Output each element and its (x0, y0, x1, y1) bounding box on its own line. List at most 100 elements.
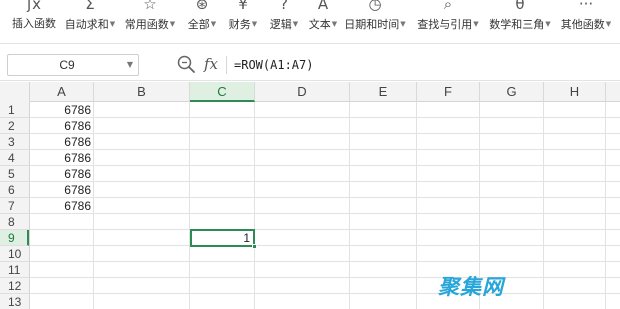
gridline (30, 117, 620, 118)
cell-a3[interactable]: 6786 (30, 134, 91, 150)
spreadsheet-grid[interactable]: A B C D E F G H 1 2 3 4 5 6 7 8 9 10 11 … (0, 82, 620, 309)
logic-icon: ? (280, 0, 288, 13)
formula-ribbon: ʃx 插入函数 Σ 自动求和▼ ☆ 常用函数▼ ⊛ 全部▼ ¥ 财务▼ ? 逻辑… (0, 0, 620, 44)
lookup-icon: ⌕ (443, 0, 453, 13)
finance-button[interactable]: ¥ 财务▼ (223, 0, 263, 44)
row-header[interactable]: 10 (0, 246, 29, 262)
ribbon-label: 财务▼ (228, 18, 258, 31)
caret-down-icon: ▼ (400, 20, 406, 28)
sigma-icon: Σ (85, 0, 95, 13)
chevron-down-icon[interactable]: ▼ (127, 55, 133, 75)
cell-a2[interactable]: 6786 (30, 118, 91, 134)
ribbon-label: 逻辑▼ (269, 18, 299, 31)
name-box-value: C9 (59, 58, 75, 72)
gridline (30, 197, 620, 198)
insert-function-button[interactable]: ʃx 插入函数 (6, 0, 62, 44)
all-functions-button[interactable]: ⊛ 全部▼ (182, 0, 222, 44)
gridline (30, 293, 620, 294)
text-icon: A (317, 0, 329, 13)
other-functions-button[interactable]: ··· 其他函数▼ (556, 0, 616, 44)
row-header[interactable]: 8 (0, 214, 29, 230)
date-time-button[interactable]: ◷ 日期和时间▼ (342, 0, 408, 44)
column-header-f[interactable]: F (417, 82, 480, 102)
caret-down-icon: ▼ (605, 20, 612, 28)
more-icon: ··· (578, 0, 594, 13)
cell-a7[interactable]: 6786 (30, 198, 91, 214)
caret-down-icon: ▼ (292, 20, 299, 28)
ribbon-label: 全部▼ (187, 18, 217, 31)
ribbon-label: 文本▼ (308, 18, 338, 31)
math-icon: θ (515, 0, 525, 13)
autosum-button[interactable]: Σ 自动求和▼ (62, 0, 118, 44)
common-functions-button[interactable]: ☆ 常用函数▼ (121, 0, 179, 44)
row-header[interactable]: 6 (0, 182, 29, 198)
ribbon-label: 查找与引用▼ (417, 18, 479, 31)
cell-c9-value: 1 (243, 231, 250, 245)
row-header[interactable]: 2 (0, 118, 29, 134)
ribbon-label: 其他函数▼ (560, 18, 612, 31)
caret-down-icon: ▼ (251, 20, 258, 28)
watermark-logo: 聚集网 (438, 275, 504, 299)
caret-down-icon: ▼ (210, 20, 217, 28)
column-header-c[interactable]: C (190, 82, 255, 102)
cell-a5[interactable]: 6786 (30, 166, 91, 182)
column-header-g[interactable]: G (480, 82, 544, 102)
column-header-h[interactable]: H (544, 82, 606, 102)
fx-icon: ʃx (27, 0, 41, 13)
zoom-icon[interactable] (176, 54, 196, 74)
row-header[interactable]: 5 (0, 166, 29, 182)
gridline (30, 165, 620, 166)
row-header[interactable]: 11 (0, 262, 29, 278)
ribbon-label: 常用函数▼ (124, 18, 176, 31)
formula-input[interactable]: =ROW(A1:A7) (234, 54, 614, 76)
gridline (30, 149, 620, 150)
ribbon-label: 自动求和▼ (64, 18, 116, 31)
gridline (30, 133, 620, 134)
gridline (30, 213, 620, 214)
name-box[interactable]: C9 ▼ (7, 54, 139, 76)
caret-down-icon: ▼ (473, 20, 479, 28)
logic-button[interactable]: ? 逻辑▼ (264, 0, 304, 44)
gridline (30, 181, 620, 182)
row-header[interactable]: 7 (0, 198, 29, 214)
asterisk-circle-icon: ⊛ (195, 0, 209, 13)
star-icon: ☆ (143, 0, 157, 13)
column-header-d[interactable]: D (255, 82, 350, 102)
gridline (30, 261, 620, 262)
divider (226, 56, 227, 74)
column-headers: A B C D E F G H (0, 82, 620, 102)
row-header[interactable]: 3 (0, 134, 29, 150)
ribbon-label: 数学和三角▼ (489, 18, 551, 31)
finance-icon: ¥ (238, 0, 248, 13)
text-button[interactable]: A 文本▼ (303, 0, 343, 44)
column-header-e[interactable]: E (350, 82, 417, 102)
caret-down-icon: ▼ (545, 20, 551, 28)
row-header[interactable]: 4 (0, 150, 29, 166)
selected-cell-c9[interactable]: 1 (190, 229, 255, 247)
caret-down-icon: ▼ (109, 20, 116, 28)
ribbon-label: 插入函数 (12, 17, 56, 30)
gridline (30, 229, 620, 230)
column-header-b[interactable]: B (94, 82, 190, 102)
insert-function-icon[interactable]: fx (201, 54, 221, 74)
gridline (30, 245, 620, 246)
row-headers: 1 2 3 4 5 6 7 8 9 10 11 12 13 (0, 102, 30, 309)
formula-bar: C9 ▼ fx =ROW(A1:A7) (0, 45, 620, 81)
cell-a6[interactable]: 6786 (30, 182, 91, 198)
math-trig-button[interactable]: θ 数学和三角▼ (486, 0, 554, 44)
cell-a1[interactable]: 6786 (30, 102, 91, 118)
row-header-active[interactable]: 9 (0, 230, 29, 246)
column-header-a[interactable]: A (30, 82, 94, 102)
cell-area[interactable]: 6786 6786 6786 6786 6786 6786 6786 1 (30, 102, 620, 309)
caret-down-icon: ▼ (169, 20, 176, 28)
caret-down-icon: ▼ (331, 20, 338, 28)
row-header[interactable]: 12 (0, 278, 29, 294)
fill-handle[interactable] (252, 244, 257, 249)
row-header[interactable]: 1 (0, 102, 29, 118)
row-header[interactable]: 13 (0, 294, 29, 309)
lookup-reference-button[interactable]: ⌕ 查找与引用▼ (414, 0, 482, 44)
cell-a4[interactable]: 6786 (30, 150, 91, 166)
ribbon-label: 日期和时间▼ (344, 18, 406, 31)
select-all-corner[interactable] (0, 82, 30, 102)
clock-icon: ◷ (368, 0, 382, 13)
